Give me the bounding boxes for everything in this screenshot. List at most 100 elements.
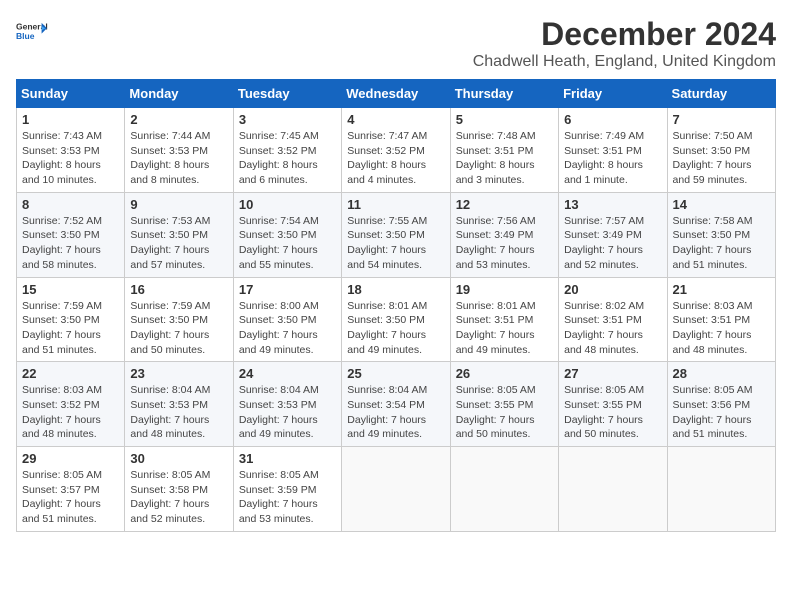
day-number: 29 <box>22 451 119 466</box>
day-details: Sunrise: 8:05 AM Sunset: 3:56 PM Dayligh… <box>673 383 770 442</box>
day-details: Sunrise: 8:04 AM Sunset: 3:53 PM Dayligh… <box>130 383 227 442</box>
day-cell: 12Sunrise: 7:56 AM Sunset: 3:49 PM Dayli… <box>450 192 558 277</box>
day-number: 19 <box>456 282 553 297</box>
day-details: Sunrise: 8:04 AM Sunset: 3:53 PM Dayligh… <box>239 383 336 442</box>
day-number: 28 <box>673 366 770 381</box>
day-number: 10 <box>239 197 336 212</box>
day-details: Sunrise: 7:48 AM Sunset: 3:51 PM Dayligh… <box>456 129 553 188</box>
day-number: 26 <box>456 366 553 381</box>
day-cell: 27Sunrise: 8:05 AM Sunset: 3:55 PM Dayli… <box>559 362 667 447</box>
day-details: Sunrise: 8:05 AM Sunset: 3:59 PM Dayligh… <box>239 468 336 527</box>
day-number: 25 <box>347 366 444 381</box>
svg-text:Blue: Blue <box>16 31 35 41</box>
day-details: Sunrise: 8:05 AM Sunset: 3:55 PM Dayligh… <box>456 383 553 442</box>
day-cell: 14 Sunrise: 7:58 AM Sunset: 3:50 PM Dayli… <box>667 192 775 277</box>
day-cell: 21 Sunrise: 8:03 AM Sunset: 3:51 PM Dayli… <box>667 277 775 362</box>
header-row: SundayMondayTuesdayWednesdayThursdayFrid… <box>17 80 776 108</box>
title-area: December 2024 Chadwell Heath, England, U… <box>473 16 776 71</box>
day-cell: 28 Sunrise: 8:05 AM Sunset: 3:56 PM Dayli… <box>667 362 775 447</box>
day-number: 24 <box>239 366 336 381</box>
week-row-2: 8 Sunrise: 7:52 AM Sunset: 3:50 PM Daylig… <box>17 192 776 277</box>
day-cell: 10 Sunrise: 7:54 AM Sunset: 3:50 PM Dayli… <box>233 192 341 277</box>
calendar-table: SundayMondayTuesdayWednesdayThursdayFrid… <box>16 79 776 532</box>
week-row-3: 15 Sunrise: 7:59 AM Sunset: 3:50 PM Dayli… <box>17 277 776 362</box>
day-details: Sunrise: 7:59 AM Sunset: 3:50 PM Dayligh… <box>22 299 119 358</box>
day-cell: 22 Sunrise: 8:03 AM Sunset: 3:52 PM Dayli… <box>17 362 125 447</box>
header-cell-saturday: Saturday <box>667 80 775 108</box>
day-details: Sunrise: 7:59 AM Sunset: 3:50 PM Dayligh… <box>130 299 227 358</box>
day-cell: 20 Sunrise: 8:02 AM Sunset: 3:51 PM Dayli… <box>559 277 667 362</box>
day-number: 17 <box>239 282 336 297</box>
day-cell <box>667 447 775 532</box>
day-number: 13 <box>564 197 661 212</box>
week-row-1: 1 Sunrise: 7:43 AM Sunset: 3:53 PM Daylig… <box>17 108 776 193</box>
day-number: 4 <box>347 112 444 127</box>
header-cell-monday: Monday <box>125 80 233 108</box>
week-row-4: 22 Sunrise: 8:03 AM Sunset: 3:52 PM Dayli… <box>17 362 776 447</box>
day-cell: 3 Sunrise: 7:45 AM Sunset: 3:52 PM Daylig… <box>233 108 341 193</box>
header-cell-friday: Friday <box>559 80 667 108</box>
day-details: Sunrise: 7:43 AM Sunset: 3:53 PM Dayligh… <box>22 129 119 188</box>
day-cell: 1 Sunrise: 7:43 AM Sunset: 3:53 PM Daylig… <box>17 108 125 193</box>
day-details: Sunrise: 7:54 AM Sunset: 3:50 PM Dayligh… <box>239 214 336 273</box>
day-number: 18 <box>347 282 444 297</box>
day-cell: 8 Sunrise: 7:52 AM Sunset: 3:50 PM Daylig… <box>17 192 125 277</box>
day-cell: 19 Sunrise: 8:01 AM Sunset: 3:51 PM Dayli… <box>450 277 558 362</box>
day-cell: 2 Sunrise: 7:44 AM Sunset: 3:53 PM Daylig… <box>125 108 233 193</box>
day-cell: 29 Sunrise: 8:05 AM Sunset: 3:57 PM Dayli… <box>17 447 125 532</box>
day-number: 2 <box>130 112 227 127</box>
day-cell: 13Sunrise: 7:57 AM Sunset: 3:49 PM Dayli… <box>559 192 667 277</box>
day-details: Sunrise: 7:55 AM Sunset: 3:50 PM Dayligh… <box>347 214 444 273</box>
header-cell-wednesday: Wednesday <box>342 80 450 108</box>
day-number: 11 <box>347 197 444 212</box>
day-number: 31 <box>239 451 336 466</box>
day-details: Sunrise: 7:58 AM Sunset: 3:50 PM Dayligh… <box>673 214 770 273</box>
day-number: 7 <box>673 112 770 127</box>
day-details: Sunrise: 8:01 AM Sunset: 3:51 PM Dayligh… <box>456 299 553 358</box>
day-details: Sunrise: 8:05 AM Sunset: 3:58 PM Dayligh… <box>130 468 227 527</box>
day-cell: 17 Sunrise: 8:00 AM Sunset: 3:50 PM Dayli… <box>233 277 341 362</box>
location-title: Chadwell Heath, England, United Kingdom <box>473 53 776 71</box>
day-number: 8 <box>22 197 119 212</box>
day-cell: 23 Sunrise: 8:04 AM Sunset: 3:53 PM Dayli… <box>125 362 233 447</box>
day-number: 15 <box>22 282 119 297</box>
day-cell: 7 Sunrise: 7:50 AM Sunset: 3:50 PM Daylig… <box>667 108 775 193</box>
month-title: December 2024 <box>473 16 776 53</box>
day-details: Sunrise: 8:03 AM Sunset: 3:52 PM Dayligh… <box>22 383 119 442</box>
day-details: Sunrise: 7:44 AM Sunset: 3:53 PM Dayligh… <box>130 129 227 188</box>
day-details: Sunrise: 7:45 AM Sunset: 3:52 PM Dayligh… <box>239 129 336 188</box>
header-cell-sunday: Sunday <box>17 80 125 108</box>
day-cell: 5Sunrise: 7:48 AM Sunset: 3:51 PM Daylig… <box>450 108 558 193</box>
day-number: 22 <box>22 366 119 381</box>
day-cell: 26 Sunrise: 8:05 AM Sunset: 3:55 PM Dayli… <box>450 362 558 447</box>
day-cell: 30Sunrise: 8:05 AM Sunset: 3:58 PM Dayli… <box>125 447 233 532</box>
header-cell-thursday: Thursday <box>450 80 558 108</box>
day-number: 20 <box>564 282 661 297</box>
day-number: 1 <box>22 112 119 127</box>
day-details: Sunrise: 8:03 AM Sunset: 3:51 PM Dayligh… <box>673 299 770 358</box>
day-cell: 16 Sunrise: 7:59 AM Sunset: 3:50 PM Dayli… <box>125 277 233 362</box>
day-details: Sunrise: 7:49 AM Sunset: 3:51 PM Dayligh… <box>564 129 661 188</box>
day-cell <box>342 447 450 532</box>
day-cell: 6Sunrise: 7:49 AM Sunset: 3:51 PM Daylig… <box>559 108 667 193</box>
day-cell: 9Sunrise: 7:53 AM Sunset: 3:50 PM Daylig… <box>125 192 233 277</box>
day-details: Sunrise: 8:02 AM Sunset: 3:51 PM Dayligh… <box>564 299 661 358</box>
day-number: 16 <box>130 282 227 297</box>
logo: General Blue <box>16 16 48 48</box>
day-number: 27 <box>564 366 661 381</box>
day-details: Sunrise: 7:50 AM Sunset: 3:50 PM Dayligh… <box>673 129 770 188</box>
day-cell: 25Sunrise: 8:04 AM Sunset: 3:54 PM Dayli… <box>342 362 450 447</box>
day-details: Sunrise: 8:05 AM Sunset: 3:57 PM Dayligh… <box>22 468 119 527</box>
logo-icon: General Blue <box>16 16 48 48</box>
day-details: Sunrise: 8:00 AM Sunset: 3:50 PM Dayligh… <box>239 299 336 358</box>
day-details: Sunrise: 7:52 AM Sunset: 3:50 PM Dayligh… <box>22 214 119 273</box>
day-number: 23 <box>130 366 227 381</box>
header: General Blue December 2024 Chadwell Heat… <box>16 16 776 71</box>
day-number: 14 <box>673 197 770 212</box>
day-number: 3 <box>239 112 336 127</box>
day-cell <box>559 447 667 532</box>
week-row-5: 29 Sunrise: 8:05 AM Sunset: 3:57 PM Dayli… <box>17 447 776 532</box>
day-number: 12 <box>456 197 553 212</box>
day-cell: 15 Sunrise: 7:59 AM Sunset: 3:50 PM Dayli… <box>17 277 125 362</box>
day-number: 21 <box>673 282 770 297</box>
